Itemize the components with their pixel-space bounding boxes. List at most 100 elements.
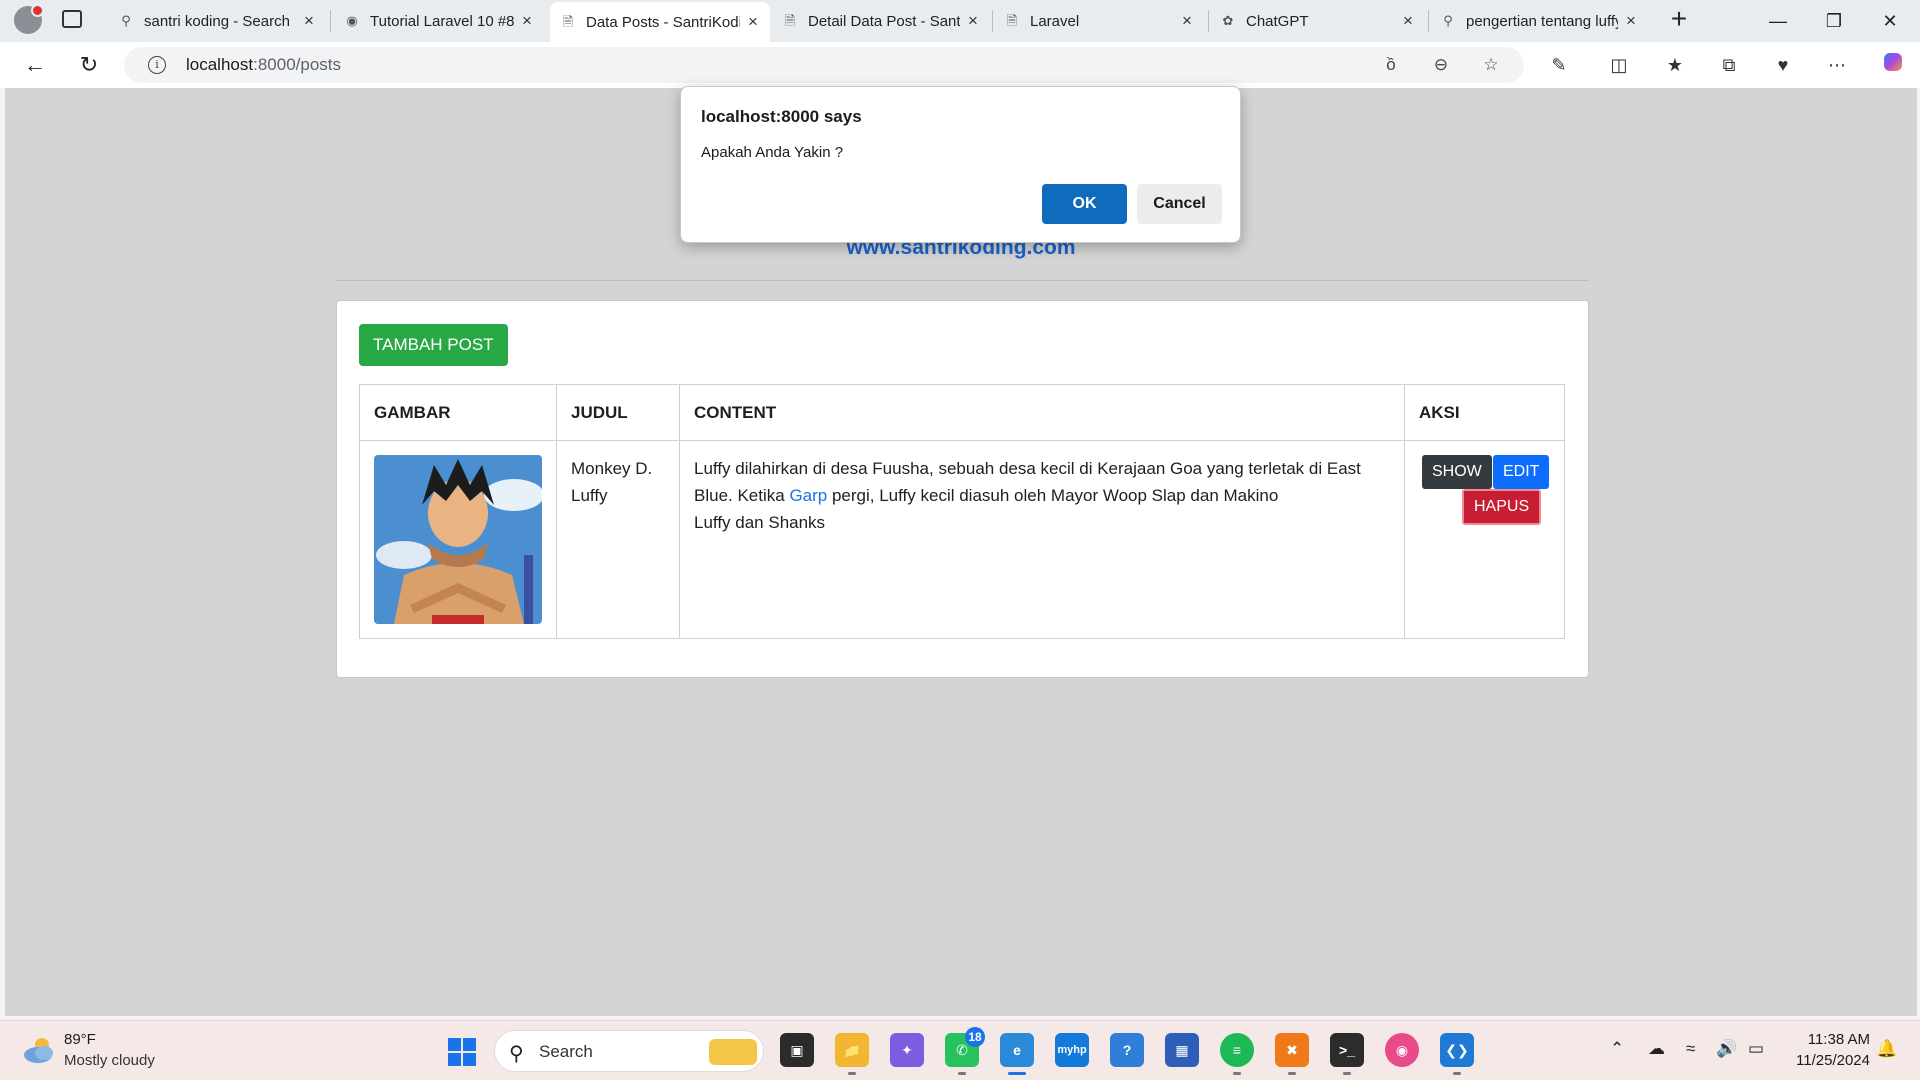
action-buttons: SHOW EDIT HAPUS bbox=[1419, 455, 1550, 595]
header-judul: JUDUL bbox=[556, 384, 680, 441]
close-icon[interactable]: × bbox=[1180, 11, 1194, 31]
onedrive-icon[interactable]: ☁ bbox=[1648, 1039, 1665, 1059]
cell-judul: Monkey D. Luffy bbox=[556, 440, 680, 639]
back-button[interactable]: ← bbox=[20, 50, 50, 80]
dialog-title: localhost:8000 says bbox=[701, 107, 862, 126]
tab-strip: ⚲ santri koding - Search × ◉ Tutorial La… bbox=[0, 0, 1920, 42]
notification-bell-icon[interactable]: 🔔 bbox=[1876, 1039, 1897, 1059]
close-window-button[interactable]: ✕ bbox=[1862, 6, 1918, 36]
github-icon: ◉ bbox=[346, 13, 358, 28]
cell-content: Luffy dilahirkan di desa Fuusha, sebuah … bbox=[679, 440, 1405, 639]
extensions-icon[interactable]: ✎ bbox=[1544, 50, 1574, 80]
close-icon[interactable]: × bbox=[520, 11, 534, 31]
dialog-ok-button[interactable]: OK bbox=[1042, 184, 1127, 224]
chrome-icon[interactable]: ◉ bbox=[1385, 1033, 1419, 1067]
volume-icon[interactable]: 🔊 bbox=[1716, 1039, 1737, 1059]
edit-button[interactable]: EDIT bbox=[1493, 455, 1550, 489]
help-icon[interactable]: ? bbox=[1110, 1033, 1144, 1067]
search-icon: ⚲ bbox=[121, 13, 131, 28]
vscode-icon[interactable]: ❮❯ bbox=[1440, 1033, 1474, 1075]
browser-toolbar: ← ↻ i localhost:8000/posts ồ ⊖ ☆ ✎ ◫ ★ ⧉… bbox=[0, 42, 1920, 88]
browser-essentials-icon[interactable]: ♥ bbox=[1768, 50, 1798, 80]
clock-time[interactable]: 11:38 AM bbox=[1800, 1031, 1870, 1048]
reload-button[interactable]: ↻ bbox=[74, 50, 104, 80]
add-post-button[interactable]: TAMBAH POST bbox=[359, 324, 508, 366]
windows-start-icon[interactable] bbox=[447, 1037, 477, 1067]
header-gambar: GAMBAR bbox=[359, 384, 557, 441]
spotify-icon[interactable]: ≡ bbox=[1220, 1033, 1254, 1075]
xampp-icon[interactable]: ✖ bbox=[1275, 1033, 1309, 1075]
edge-browser-icon[interactable]: e bbox=[1000, 1033, 1034, 1075]
wifi-icon[interactable]: ≈ bbox=[1686, 1039, 1695, 1059]
split-screen-icon[interactable]: ◫ bbox=[1604, 50, 1634, 80]
table-header-row: GAMBAR JUDUL CONTENT AKSI bbox=[359, 384, 1565, 441]
zoom-icon[interactable]: ⊖ bbox=[1430, 54, 1452, 76]
dialog-message: Apakah Anda Yakin ? bbox=[701, 144, 844, 161]
tab-tutorial[interactable]: ◉ Tutorial Laravel 10 #8 × bbox=[334, 4, 544, 38]
task-view-icon[interactable]: ▣ bbox=[780, 1033, 814, 1067]
confirm-dialog: localhost:8000 says Apakah Anda Yakin ? … bbox=[680, 86, 1241, 243]
tab-data-posts[interactable]: 🗎 Data Posts - SantriKoding × bbox=[550, 2, 770, 42]
favorite-star-icon[interactable]: ☆ bbox=[1480, 54, 1502, 76]
search-icon: ⚲ bbox=[509, 1043, 524, 1065]
url-text[interactable]: localhost:8000/posts bbox=[186, 55, 341, 75]
weather-desc[interactable]: Mostly cloudy bbox=[64, 1052, 155, 1069]
new-tab-button[interactable]: + bbox=[1664, 4, 1694, 38]
close-icon[interactable]: × bbox=[1624, 11, 1638, 31]
address-bar[interactable]: i localhost:8000/posts ồ ⊖ ☆ bbox=[124, 47, 1524, 83]
post-image bbox=[374, 455, 542, 624]
tab-pengertian[interactable]: ⚲ pengertian tentang luffy × bbox=[1430, 4, 1648, 38]
search-highlight-icon bbox=[709, 1039, 757, 1065]
copilot-icon[interactable] bbox=[1878, 50, 1908, 80]
tab-separator bbox=[330, 10, 331, 32]
page-icon: 🗎 bbox=[1006, 13, 1018, 28]
header-aksi: AKSI bbox=[1404, 384, 1565, 441]
tab-search[interactable]: ⚲ santri koding - Search × bbox=[108, 4, 326, 38]
divider bbox=[336, 280, 1589, 281]
taskbar-search[interactable]: ⚲ Search bbox=[494, 1030, 764, 1072]
file-explorer-icon[interactable]: 📁 bbox=[835, 1033, 869, 1075]
minimize-button[interactable]: — bbox=[1750, 6, 1806, 36]
chatgpt-icon: ✿ bbox=[1222, 13, 1234, 28]
terminal-icon[interactable]: >_ bbox=[1330, 1033, 1364, 1075]
posts-card: TAMBAH POST GAMBAR JUDUL CONTENT AKSI Mo… bbox=[336, 300, 1589, 678]
page-icon: 🗎 bbox=[562, 14, 574, 29]
tab-laravel[interactable]: 🗎 Laravel × bbox=[994, 4, 1204, 38]
tab-detail-post[interactable]: 🗎 Detail Data Post - SantriKoding × bbox=[772, 4, 990, 38]
tab-separator bbox=[992, 10, 993, 32]
myhp-icon[interactable]: myhp bbox=[1055, 1033, 1089, 1067]
close-icon[interactable]: × bbox=[302, 11, 316, 31]
weather-temp[interactable]: 89°F bbox=[64, 1031, 96, 1048]
clock-date[interactable]: 11/25/2024 bbox=[1782, 1052, 1870, 1069]
microsoft-store-icon[interactable]: ▦ bbox=[1165, 1033, 1199, 1067]
site-info-icon[interactable]: i bbox=[148, 56, 166, 74]
close-icon[interactable]: × bbox=[1401, 11, 1415, 31]
cell-aksi: SHOW EDIT HAPUS bbox=[1404, 440, 1565, 639]
profile-avatar[interactable] bbox=[14, 4, 44, 34]
cloudy-weather-icon[interactable] bbox=[22, 1035, 56, 1065]
tab-chatgpt[interactable]: ✿ ChatGPT × bbox=[1210, 4, 1425, 38]
close-icon[interactable]: × bbox=[966, 11, 980, 31]
chevron-up-icon[interactable]: ⌃ bbox=[1610, 1039, 1624, 1059]
cell-gambar bbox=[359, 440, 557, 639]
taskbar: 89°F Mostly cloudy ⚲ Search ▣ 📁 ✦ ✆ 18 e … bbox=[0, 1020, 1920, 1080]
more-options-icon[interactable]: ⋯ bbox=[1822, 50, 1852, 80]
posts-table: GAMBAR JUDUL CONTENT AKSI Monkey D. Luff… bbox=[359, 384, 1565, 639]
search-icon: ⚲ bbox=[1443, 13, 1453, 28]
whatsapp-icon[interactable]: ✆ 18 bbox=[945, 1027, 985, 1075]
tab-separator bbox=[1208, 10, 1209, 32]
favorites-icon[interactable]: ★ bbox=[1660, 50, 1690, 80]
delete-button[interactable]: HAPUS bbox=[1462, 489, 1542, 525]
restore-button[interactable]: ❐ bbox=[1806, 6, 1862, 36]
content-link-garp[interactable]: Garp bbox=[789, 486, 827, 505]
dialog-cancel-button[interactable]: Cancel bbox=[1137, 184, 1222, 224]
tab-actions-icon[interactable] bbox=[62, 10, 82, 28]
copilot-app-icon[interactable]: ✦ bbox=[890, 1033, 924, 1067]
tab-separator bbox=[1428, 10, 1429, 32]
read-aloud-icon[interactable]: ồ bbox=[1380, 54, 1402, 76]
show-button[interactable]: SHOW bbox=[1422, 455, 1492, 489]
page-icon: 🗎 bbox=[784, 13, 796, 28]
battery-icon[interactable]: ▭ bbox=[1748, 1039, 1764, 1059]
close-icon[interactable]: × bbox=[746, 12, 760, 32]
collections-icon[interactable]: ⧉ bbox=[1714, 50, 1744, 80]
